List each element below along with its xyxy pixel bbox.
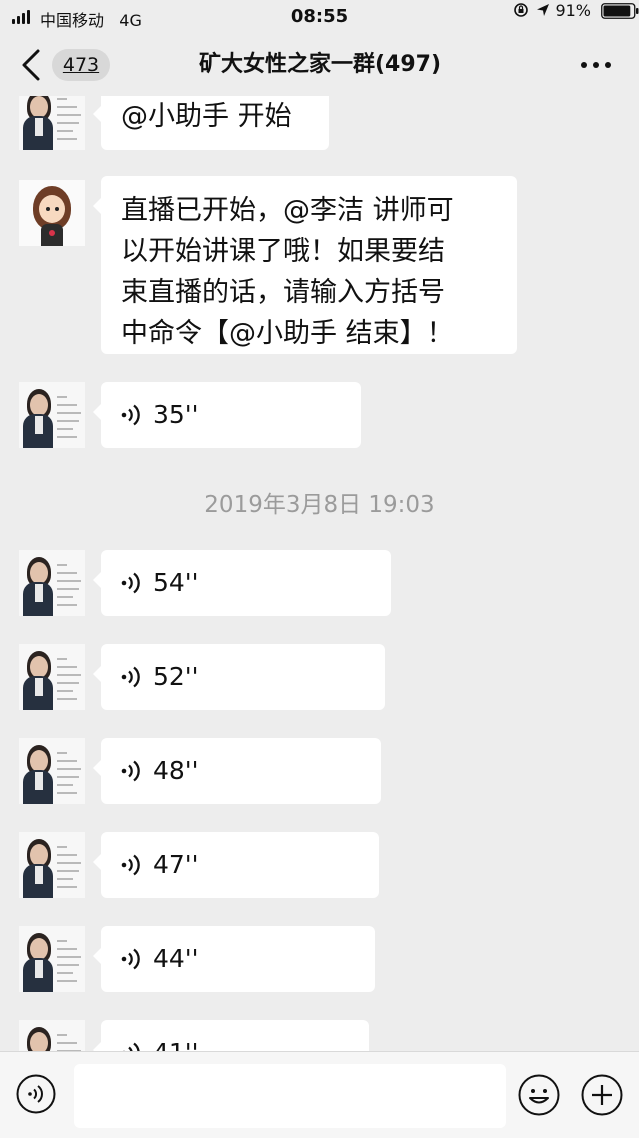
lecturer-avatar[interactable] [19, 832, 85, 898]
voice-message-bubble[interactable]: 41'' [101, 1020, 369, 1051]
lecturer-avatar[interactable] [19, 1020, 85, 1051]
message-bubble[interactable]: @小助手 开始 [101, 96, 329, 150]
chat-message-list[interactable]: @小助手 开始 直播已开始，@李洁 讲师可 以开始讲课了哦！如果要结 束直播的话… [0, 96, 639, 1051]
back-arrow-icon[interactable] [18, 48, 46, 82]
status-bar: 中国移动 4G 08:55 91% [0, 0, 639, 34]
voice-duration: 52'' [153, 644, 199, 710]
voice-wave-icon [121, 759, 143, 783]
message-line: 直播已开始，@李洁 讲师可 [121, 190, 517, 231]
voice-wave-icon [121, 947, 143, 971]
message-line: 以开始讲课了哦！如果要结 [121, 231, 517, 272]
voice-message-bubble[interactable]: 52'' [101, 644, 385, 710]
voice-duration: 41'' [153, 1020, 199, 1051]
voice-message-bubble[interactable]: 54'' [101, 550, 391, 616]
lecturer-avatar[interactable] [19, 738, 85, 804]
chat-header: 473 矿大女性之家一群(497) [0, 34, 639, 96]
message-input[interactable] [74, 1064, 506, 1128]
group-title: 矿大女性之家一群(497) [140, 48, 500, 82]
voice-duration: 48'' [153, 738, 199, 804]
assistant-avatar[interactable] [19, 180, 85, 246]
voice-message-bubble[interactable]: 48'' [101, 738, 381, 804]
input-bar [0, 1051, 639, 1138]
more-options-icon[interactable] [581, 62, 613, 70]
lecturer-avatar[interactable] [19, 96, 85, 150]
voice-message-bubble[interactable]: 47'' [101, 832, 379, 898]
plus-icon[interactable] [581, 1074, 623, 1116]
emoji-icon[interactable] [518, 1074, 560, 1116]
unread-count-badge[interactable]: 473 [52, 49, 110, 81]
battery-icon [601, 3, 639, 19]
lecturer-avatar[interactable] [19, 644, 85, 710]
voice-wave-icon [121, 853, 143, 877]
voice-wave-icon [121, 571, 143, 595]
battery-percent: 91% [555, 1, 591, 20]
location-arrow-icon [535, 2, 551, 18]
voice-wave-icon [121, 403, 143, 427]
voice-duration: 54'' [153, 550, 199, 616]
voice-message-bubble[interactable]: 44'' [101, 926, 375, 992]
voice-duration: 44'' [153, 926, 199, 992]
message-bubble[interactable]: 直播已开始，@李洁 讲师可 以开始讲课了哦！如果要结 束直播的话，请输入方括号 … [101, 176, 517, 354]
message-text: @小助手 开始 [121, 101, 292, 132]
lecturer-avatar[interactable] [19, 382, 85, 448]
message-line: 中命令【@小助手 结束】！ [121, 313, 517, 354]
lecturer-avatar[interactable] [19, 550, 85, 616]
lecturer-avatar[interactable] [19, 926, 85, 992]
voice-input-toggle-icon[interactable] [16, 1074, 56, 1114]
message-line: 束直播的话，请输入方括号 [121, 272, 517, 313]
message-timestamp: 2019年3月8日 19:03 [0, 488, 639, 522]
rotation-lock-icon [513, 2, 529, 18]
voice-wave-icon [121, 665, 143, 689]
voice-duration: 35'' [153, 382, 199, 448]
voice-message-bubble[interactable]: 35'' [101, 382, 361, 448]
voice-duration: 47'' [153, 832, 199, 898]
voice-wave-icon [121, 1041, 143, 1051]
